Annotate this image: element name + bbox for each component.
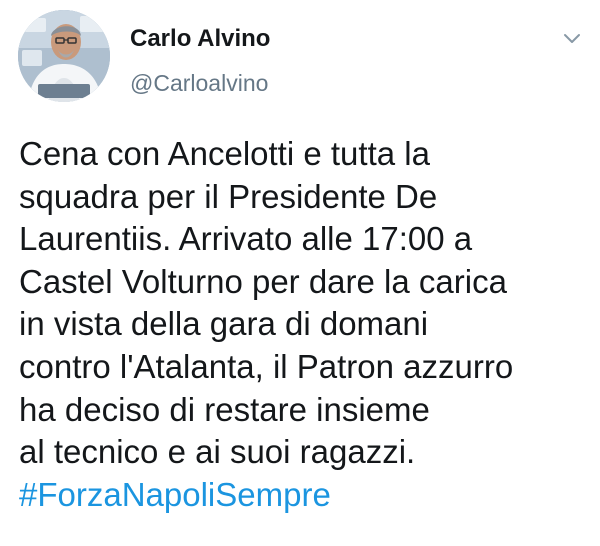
tweet-line: Castel Volturno per dare la carica <box>19 262 507 300</box>
chevron-down-icon[interactable] <box>560 26 584 50</box>
hashtag-link[interactable]: #ForzaNapoliSempre <box>19 474 589 517</box>
tweet-line: Cena con Ancelotti e tutta la <box>19 135 430 172</box>
tweet-text: Cena con Ancelotti e tutta la squadra pe… <box>19 133 589 516</box>
tweet-line: al tecnico e ai suoi ragazzi. <box>19 433 416 471</box>
tweet-line: in vista della gara di domani <box>19 305 429 343</box>
tweet-line: ha deciso di restare insieme <box>19 390 430 428</box>
author-name[interactable]: Carlo Alvino <box>130 25 270 53</box>
avatar[interactable] <box>18 10 110 102</box>
tweet-line: squadra per il Presidente De <box>19 177 438 215</box>
tweet-line: Laurentiis. Arrivato alle 17:00 a <box>19 220 473 258</box>
profile-photo <box>18 10 110 102</box>
tweet-line: contro l'Atalanta, il Patron azzurro <box>19 347 514 385</box>
author-handle[interactable]: @Carloalvino <box>130 70 268 97</box>
tweet-card: Carlo Alvino @Carloalvino Cena con Ancel… <box>0 0 600 546</box>
